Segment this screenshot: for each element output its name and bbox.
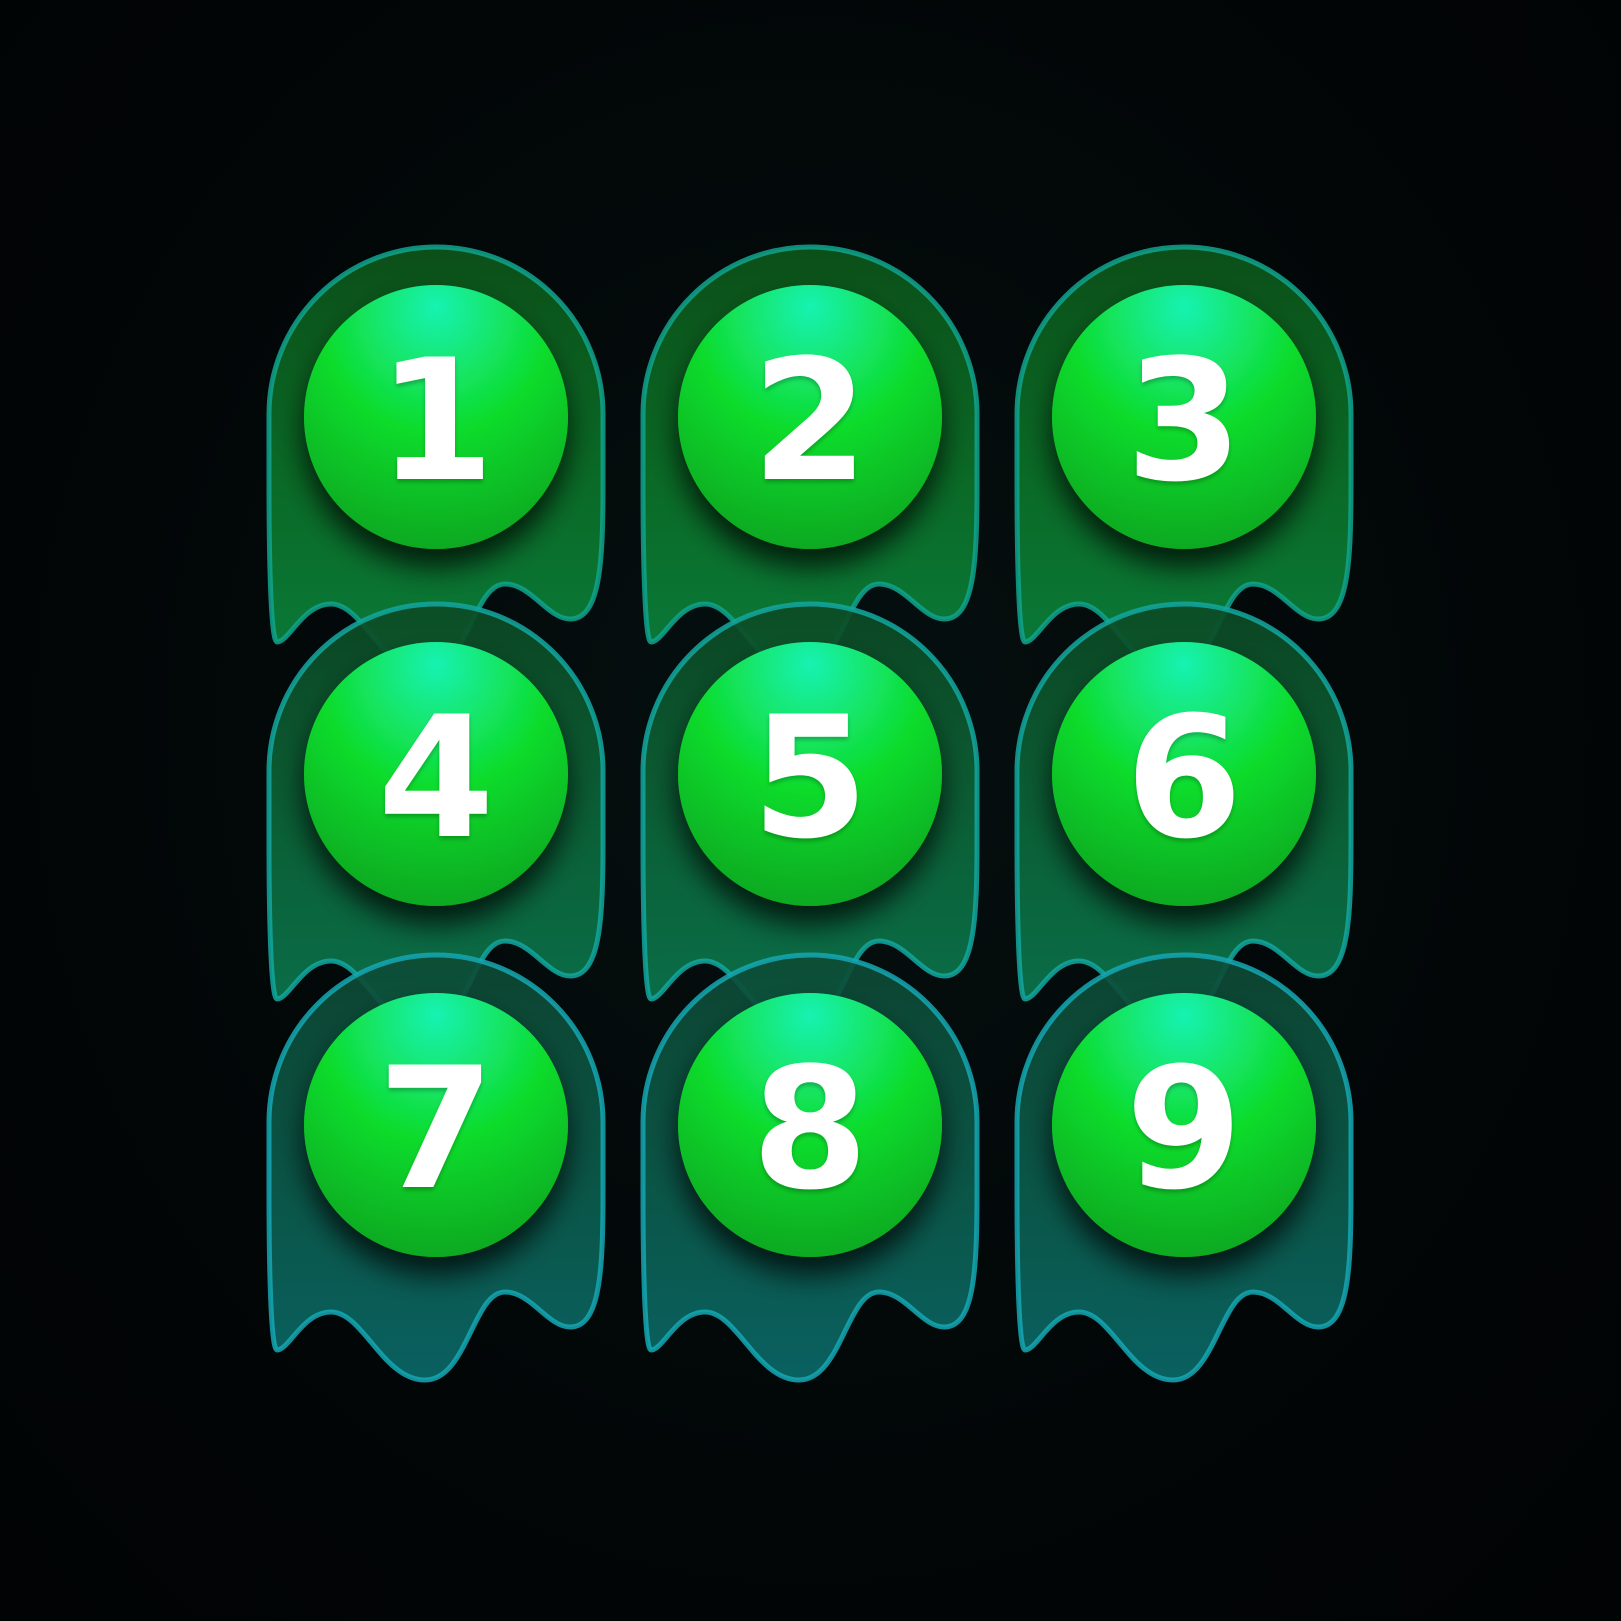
key-9-label: 9	[1126, 1031, 1243, 1227]
key-7-label: 7	[378, 1031, 495, 1227]
key-1-label: 1	[378, 323, 495, 519]
key-9-button[interactable]: 9	[1014, 952, 1354, 1383]
key-4-label: 4	[378, 680, 495, 876]
key-3-label: 3	[1126, 323, 1243, 519]
key-2-label: 2	[752, 323, 869, 519]
key-5-label: 5	[752, 680, 869, 876]
number-keypad: 1 2 3 4 5 6 7 8 9	[266, 244, 1354, 1383]
key-8-button[interactable]: 8	[640, 952, 980, 1383]
key-7-button[interactable]: 7	[266, 952, 606, 1383]
key-8-label: 8	[752, 1031, 869, 1227]
keypad-background: 1 2 3 4 5 6 7 8 9	[0, 0, 1621, 1621]
keys-layer: 1 2 3 4 5 6 7 8 9	[266, 244, 1354, 1383]
key-6-label: 6	[1126, 680, 1243, 876]
